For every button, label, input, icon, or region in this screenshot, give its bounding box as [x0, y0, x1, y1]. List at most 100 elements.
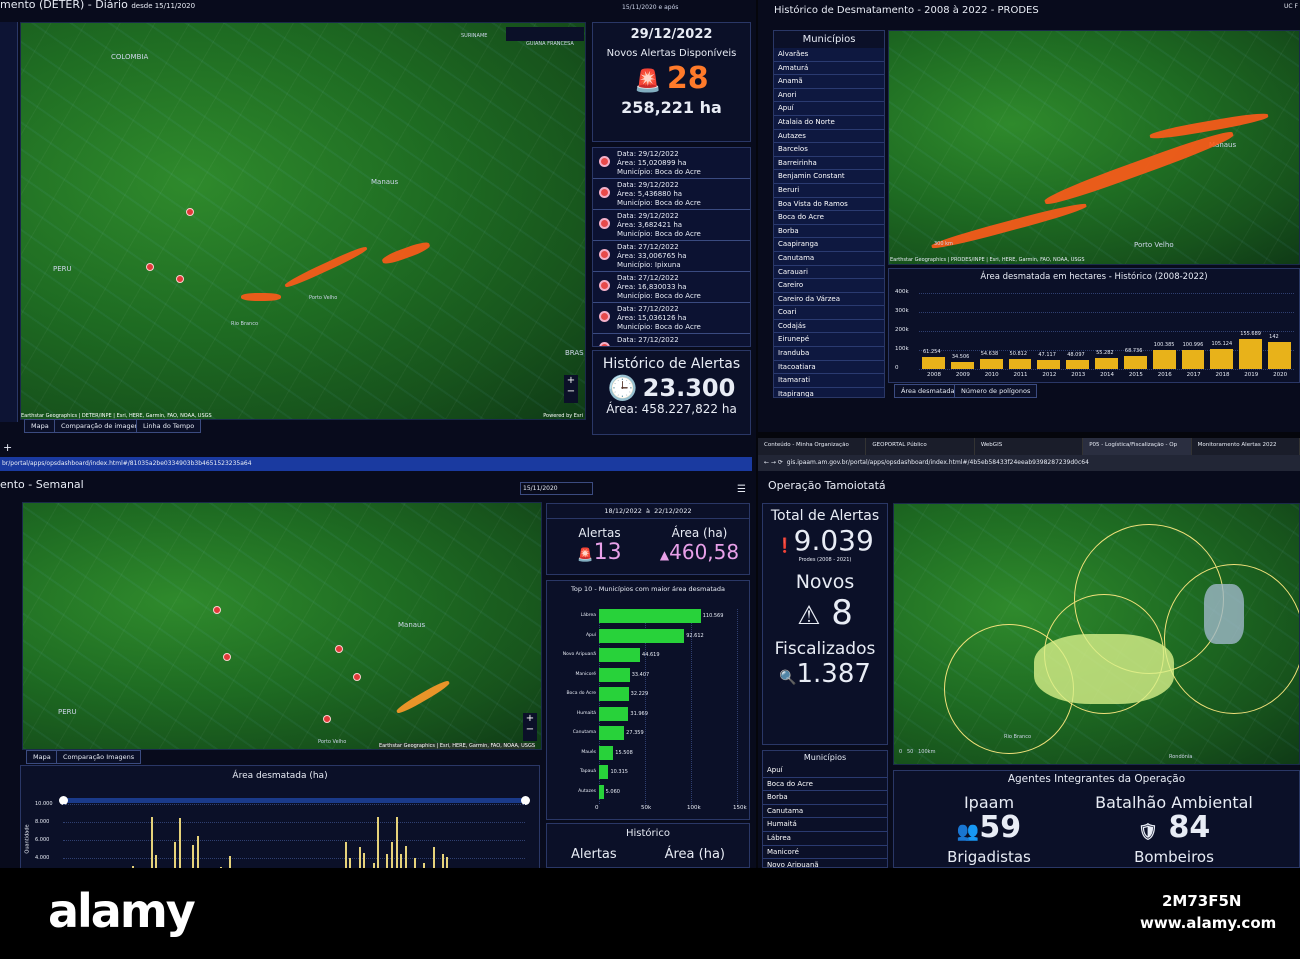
alert-mun: Município: Boca do Acre — [617, 230, 701, 238]
menu-icon[interactable]: ☰ — [737, 484, 746, 495]
range-slider[interactable] — [63, 798, 525, 803]
municipio-item[interactable]: Careiro — [774, 279, 884, 293]
browser-tab[interactable]: Conteúdo - Minha Organização — [758, 438, 867, 455]
corner-label: UC F — [1284, 3, 1298, 10]
municipio-item[interactable]: Itacoatiara — [774, 360, 884, 375]
municipio-item[interactable]: Apuí — [763, 764, 887, 778]
tab-comparacao[interactable]: Comparação Imagens — [56, 750, 142, 764]
area-label: Área (ha) — [671, 526, 728, 540]
y-tick-label: 100k — [895, 346, 909, 352]
municipios-list[interactable]: Municípios Apuí Boca do Acre Borba Canutama… — [762, 750, 888, 868]
amazon-map[interactable]: COLOMBIA SURINAME GUIANA FRANCESA PERU B… — [20, 22, 586, 420]
browser-tab[interactable]: Monitoramento Alertas 2022 — [1192, 438, 1300, 455]
zoom-controls[interactable]: + − — [564, 375, 578, 403]
municipio-item[interactable]: Iranduba — [774, 347, 884, 361]
municipio-item[interactable]: Coari — [774, 306, 884, 320]
map-label: Rio Branco — [231, 321, 259, 327]
zoom-controls[interactable]: + − — [523, 713, 537, 741]
agents-title: Agentes Integrantes da Operação — [1007, 773, 1186, 785]
tab-mapa[interactable]: Mapa — [26, 750, 58, 764]
municipio-item[interactable]: Lábrea — [763, 831, 887, 846]
municipio-item[interactable]: Benjamin Constant — [774, 170, 884, 184]
map-attribution: Earthstar Geographics | PRODES/INPE | Es… — [890, 257, 1085, 263]
municipio-item[interactable]: Manicoré — [763, 845, 887, 860]
gridline — [919, 369, 1294, 370]
municipios-list[interactable]: Municípios Alvarães Amaturá Anamã Anori Apuí… — [773, 30, 885, 398]
municipio-item[interactable]: Atalaia do Norte — [774, 115, 884, 130]
municipio-item[interactable]: Anamã — [774, 75, 884, 89]
data-label: 44.619 — [642, 652, 660, 658]
operation-map[interactable]: 0 50 100km Rio Branco Rondônia — [893, 503, 1300, 765]
alert-list-item[interactable]: Data: 29/12/2022 Área: 5,436880 ha Municíp… — [593, 179, 750, 210]
prodes-map[interactable]: Manaus Porto Velho 300 km — [888, 30, 1300, 265]
municipio-item[interactable]: Borba — [763, 791, 887, 805]
municipio-item[interactable]: Apuí — [774, 102, 884, 116]
x-tick-label: 2015 — [1128, 372, 1143, 378]
address-bar[interactable]: ← → ⟳ gis.ipaam.am.gov.br/portal/apps/op… — [758, 455, 1300, 471]
x-tick-label: 150k — [733, 805, 747, 811]
date-filter[interactable]: 15/11/2020 e após — [622, 4, 678, 11]
date-input[interactable]: 15/11/2020 — [520, 482, 593, 495]
dashboard-title: mento (DETER) - Diário desde 15/11/2020 — [0, 0, 196, 11]
municipio-item[interactable]: Canutama — [763, 804, 887, 819]
browser-tab[interactable]: P05 - Logística/Fiscalização - Op — [1083, 438, 1192, 455]
browser-tab[interactable]: GEOPORTAL Público — [866, 438, 975, 455]
weekly-map[interactable]: Manaus PERU Porto Velho Earthstar Geogra… — [22, 502, 542, 750]
alert-list-item[interactable]: Data: 29/12/2022 Área: 15,020899 ha Municí… — [593, 148, 750, 179]
alert-list-item[interactable]: Data: 27/12/2022 Área: 15,036126 ha Municí… — [593, 303, 750, 334]
municipio-item[interactable]: Careiro da Várzea — [774, 292, 884, 307]
data-label: 27.359 — [626, 730, 644, 736]
x-tick-label: 50k — [641, 805, 652, 811]
y-tick-label: 8.000 — [35, 819, 50, 825]
municipio-item[interactable]: Itapiranga — [774, 387, 884, 397]
alert-date: 29/12/2022 — [630, 27, 713, 42]
data-label: 68.736 — [1124, 347, 1143, 354]
gridline — [737, 609, 738, 804]
municipio-item[interactable]: Boca do Acre — [763, 777, 887, 792]
category-label: Maués — [581, 749, 596, 755]
map-label: Rondônia — [1169, 754, 1193, 760]
municipio-item[interactable]: Boca do Acre — [774, 211, 884, 225]
municipio-item[interactable]: Canutama — [774, 251, 884, 266]
municipio-item[interactable]: Novo Aripuanã — [763, 859, 887, 867]
alert-marker-icon — [599, 187, 610, 198]
municipio-item[interactable]: Eirunepé — [774, 333, 884, 348]
new-tab-button[interactable]: + — [3, 441, 12, 454]
side-scrollbar[interactable] — [0, 22, 18, 422]
tab-numero-poligonos[interactable]: Número de polígonos — [954, 384, 1038, 398]
alert-list-item[interactable]: Data: 27/12/2022 Área: 16,830033 ha Municí… — [593, 272, 750, 303]
municipio-item[interactable]: Borba — [774, 224, 884, 239]
category-label: Novo Aripuanã — [562, 652, 596, 657]
municipio-item[interactable]: Barreirinha — [774, 156, 884, 171]
tab-linha-tempo[interactable]: Linha do Tempo — [136, 419, 202, 433]
alert-date: Data: 27/12/2022 — [617, 243, 679, 251]
map-label: SURINAME — [461, 33, 488, 39]
data-label: 92.612 — [686, 632, 704, 639]
tab-mapa[interactable]: Mapa — [24, 419, 56, 433]
address-bar[interactable]: br/portal/apps/opsdashboard/index.html#/… — [0, 457, 752, 471]
map-toolbar[interactable] — [506, 27, 584, 41]
period-from: 18/12/2022 — [604, 507, 642, 515]
municipio-item[interactable]: Anori — [774, 88, 884, 103]
municipio-item[interactable]: Carauari — [774, 265, 884, 280]
municipio-item[interactable]: Barcelos — [774, 143, 884, 157]
alerts-list[interactable]: Data: 29/12/2022 Área: 15,020899 ha Municí… — [592, 147, 751, 347]
municipio-item[interactable]: Beruri — [774, 183, 884, 198]
alert-list-item[interactable]: Data: 29/12/2022 Área: 3,682421 ha Municíp… — [593, 210, 750, 241]
bar — [1123, 355, 1147, 369]
municipio-item[interactable]: Humaitá — [763, 818, 887, 832]
municipio-item[interactable]: Codajás — [774, 319, 884, 334]
municipio-item[interactable]: Caapiranga — [774, 238, 884, 252]
browser-tab[interactable]: WebGIS — [975, 438, 1084, 455]
municipio-item[interactable]: Itamarati — [774, 374, 884, 388]
municipio-item[interactable]: Amaturá — [774, 61, 884, 76]
alert-list-item[interactable]: Data: 27/12/2022 — [593, 334, 750, 346]
data-label: 47.117 — [1038, 352, 1056, 359]
y-tick-label: 0 — [895, 365, 899, 371]
tab-area-desmatada[interactable]: Área desmatada — [894, 384, 962, 398]
alert-list-item[interactable]: Data: 27/12/2022 Área: 33,006765 ha Municí… — [593, 241, 750, 272]
municipio-item[interactable]: Boa Vista do Ramos — [774, 197, 884, 212]
municipio-item[interactable]: Alvarães — [774, 48, 884, 62]
municipio-item[interactable]: Autazes — [774, 129, 884, 144]
tab-comparacao[interactable]: Comparação de imagens — [54, 419, 150, 433]
